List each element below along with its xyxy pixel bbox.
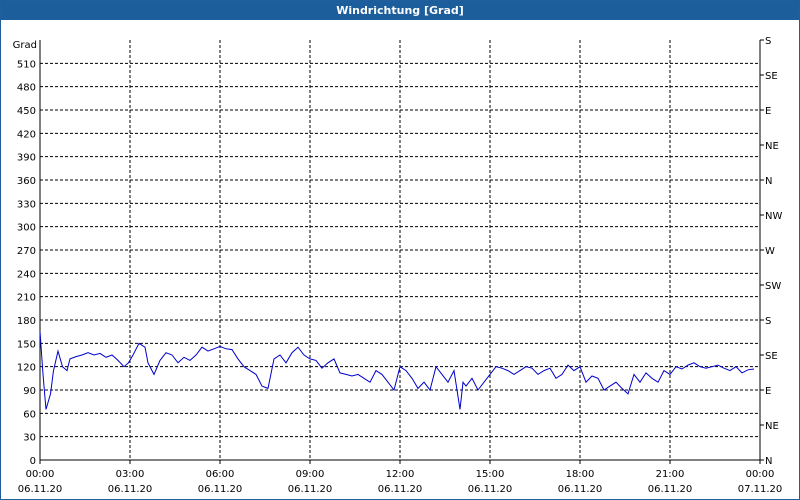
y-tick-label: 420 xyxy=(17,129,36,140)
right-tick-label: NW xyxy=(765,211,782,222)
x-tick-date: 06.11.20 xyxy=(18,484,63,495)
x-tick-time: 00:00 xyxy=(746,469,775,480)
x-tick-time: 21:00 xyxy=(656,469,685,480)
right-tick-label: E xyxy=(765,106,771,117)
y-tick-label: 270 xyxy=(17,246,36,257)
x-tick-date: 06.11.20 xyxy=(108,484,153,495)
right-tick-label: N xyxy=(765,456,772,467)
right-tick-label: S xyxy=(765,36,771,47)
right-tick-label: SE xyxy=(765,351,778,362)
right-tick-label: SE xyxy=(765,71,778,82)
y-tick-label: 90 xyxy=(23,386,36,397)
y-tick-label: 60 xyxy=(23,409,36,420)
x-tick-date: 06.11.20 xyxy=(468,484,513,495)
x-tick-time: 12:00 xyxy=(386,469,415,480)
y-tick-label: 390 xyxy=(17,153,36,164)
x-tick-date: 06.11.20 xyxy=(288,484,333,495)
right-tick-label: S xyxy=(765,316,771,327)
right-tick-label: NE xyxy=(765,141,779,152)
x-tick-time: 06:00 xyxy=(206,469,235,480)
y-tick-label: 210 xyxy=(17,293,36,304)
x-tick-date: 07.11.20 xyxy=(738,484,783,495)
x-tick-time: 00:00 xyxy=(26,469,55,480)
y-tick-label: 300 xyxy=(17,223,36,234)
y-tick-label: 120 xyxy=(17,363,36,374)
right-tick-label: NE xyxy=(765,421,779,432)
right-tick-label: E xyxy=(765,386,771,397)
y-tick-label: 240 xyxy=(17,269,36,280)
wind-direction-chart: 0 30 60 90 120 150 180 210 240 270 300 330 360 390 420… xyxy=(13,36,783,495)
right-tick-label: N xyxy=(765,176,772,187)
y-tick-label: 450 xyxy=(17,106,36,117)
right-tick-label: W xyxy=(765,246,775,257)
x-tick-date: 06.11.20 xyxy=(198,484,243,495)
x-tick-date: 06.11.20 xyxy=(648,484,693,495)
x-tick-date: 06.11.20 xyxy=(558,484,603,495)
y-tick-label: 180 xyxy=(17,316,36,327)
x-tick-time: 15:00 xyxy=(476,469,505,480)
x-tick-time: 03:00 xyxy=(116,469,145,480)
y-tick-label: 480 xyxy=(17,83,36,94)
y-tick-label: 150 xyxy=(17,339,36,350)
y-tick-label: 510 xyxy=(17,59,36,70)
y-tick-label: 30 xyxy=(23,433,36,444)
y-tick-label: 0 xyxy=(30,456,36,467)
x-tick-time: 18:00 xyxy=(566,469,595,480)
y-tick-label: 360 xyxy=(17,176,36,187)
x-tick-date: 06.11.20 xyxy=(378,484,423,495)
y-axis-label: Grad xyxy=(13,40,37,51)
right-tick-label: SW xyxy=(765,281,781,292)
y-tick-label: 330 xyxy=(17,199,36,210)
x-tick-time: 09:00 xyxy=(296,469,325,480)
